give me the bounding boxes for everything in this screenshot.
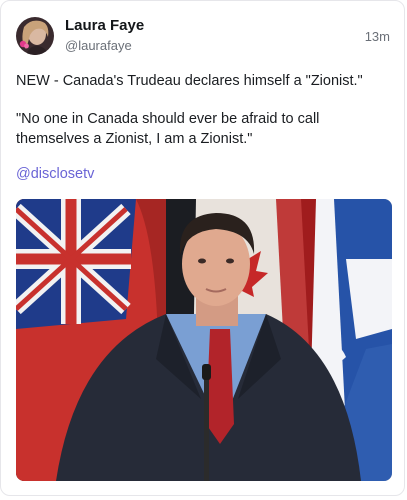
post-text-line2: "No one in Canada should ever be afraid … [16, 111, 320, 147]
post-card: Laura Faye @laurafaye 13m NEW - Canada's… [0, 0, 405, 496]
author-avatar[interactable] [16, 17, 54, 55]
avatar-image [16, 17, 54, 55]
author-handle[interactable]: @laurafaye [65, 38, 132, 53]
source-link[interactable]: @disclosetv [16, 166, 94, 182]
post-timestamp: 13m [364, 29, 390, 44]
author-name[interactable]: Laura Faye [65, 17, 144, 34]
post-media-image[interactable] [16, 199, 392, 481]
post-text-line1: NEW - Canada's Trudeau declares himself … [16, 73, 363, 89]
video-still-image [16, 199, 392, 481]
